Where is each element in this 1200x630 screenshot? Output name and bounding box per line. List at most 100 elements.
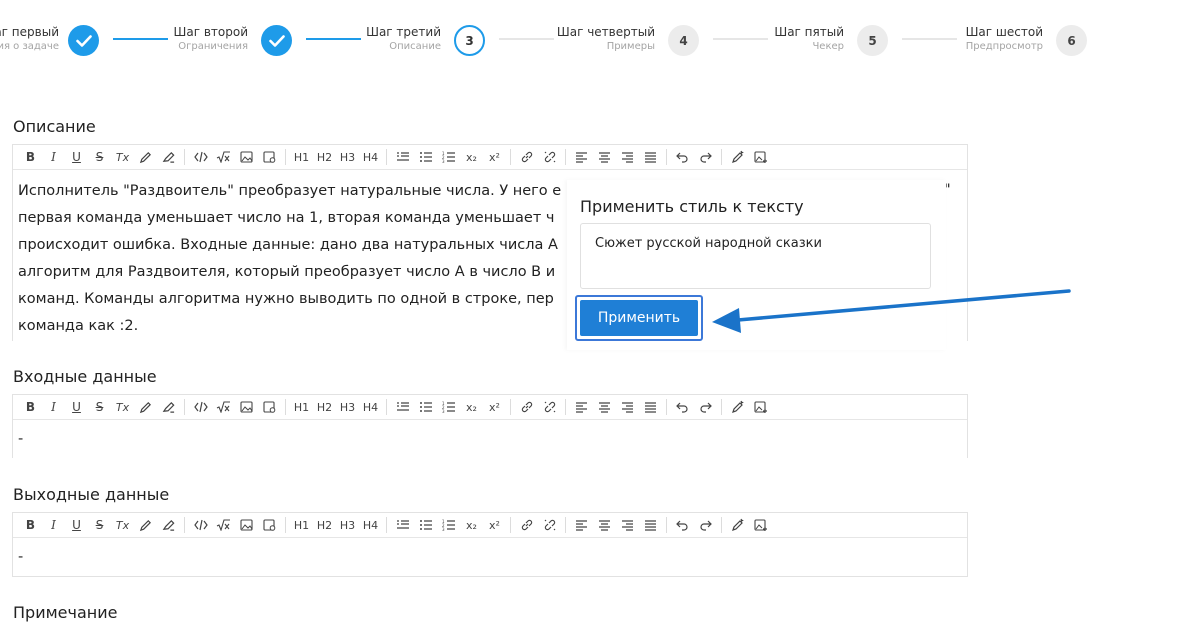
style-prompt-input[interactable]: Сюжет русской народной сказки [580, 223, 931, 289]
ai-image-icon[interactable] [749, 146, 772, 168]
align-right-icon[interactable] [616, 514, 639, 536]
heading-4-button[interactable]: H4 [359, 396, 382, 418]
align-center-icon[interactable] [593, 396, 616, 418]
formula-icon[interactable] [212, 514, 235, 536]
underline-button[interactable]: U [65, 514, 88, 536]
formula-icon[interactable] [212, 146, 235, 168]
link-icon[interactable] [515, 146, 538, 168]
step-2[interactable]: Шаг второй Ограничения [150, 22, 292, 58]
ai-pen-icon[interactable] [726, 146, 749, 168]
heading-2-button[interactable]: H2 [313, 514, 336, 536]
link-icon[interactable] [515, 514, 538, 536]
bold-button[interactable]: B [19, 146, 42, 168]
clear-format-button[interactable]: Tx [111, 146, 134, 168]
align-right-icon[interactable] [616, 396, 639, 418]
link-icon[interactable] [515, 396, 538, 418]
numbered-list-icon[interactable]: 123 [437, 514, 460, 536]
strikethrough-button[interactable]: S [88, 146, 111, 168]
pen-icon[interactable] [134, 146, 157, 168]
insert-image-icon[interactable] [235, 146, 258, 168]
undo-icon[interactable] [671, 146, 694, 168]
underline-button[interactable]: U [65, 146, 88, 168]
input-data-text-area[interactable]: - [13, 420, 967, 459]
output-data-text-area[interactable]: - [13, 538, 967, 576]
clear-format-button[interactable]: Tx [111, 514, 134, 536]
step-3[interactable]: Шаг третий Описание 3 [340, 22, 485, 58]
align-right-icon[interactable] [616, 146, 639, 168]
blockquote-icon[interactable] [391, 514, 414, 536]
superscript-button[interactable]: x² [483, 146, 506, 168]
underline-button[interactable]: U [65, 396, 88, 418]
insert-image-icon[interactable] [235, 514, 258, 536]
undo-icon[interactable] [671, 514, 694, 536]
heading-2-button[interactable]: H2 [313, 146, 336, 168]
italic-button[interactable]: I [42, 514, 65, 536]
highlighter-icon[interactable] [157, 146, 180, 168]
bullet-list-icon[interactable] [414, 514, 437, 536]
numbered-list-icon[interactable]: 123 [437, 396, 460, 418]
blockquote-icon[interactable] [391, 396, 414, 418]
clear-format-button[interactable]: Tx [111, 396, 134, 418]
pen-icon[interactable] [134, 396, 157, 418]
align-left-icon[interactable] [570, 396, 593, 418]
ai-pen-icon[interactable] [726, 514, 749, 536]
ai-pen-icon[interactable] [726, 396, 749, 418]
subscript-button[interactable]: x₂ [460, 146, 483, 168]
insert-image-icon[interactable] [235, 396, 258, 418]
heading-4-button[interactable]: H4 [359, 146, 382, 168]
undo-icon[interactable] [671, 396, 694, 418]
strikethrough-button[interactable]: S [88, 396, 111, 418]
heading-1-button[interactable]: H1 [290, 514, 313, 536]
align-justify-icon[interactable] [639, 396, 662, 418]
step-6[interactable]: Шаг шестой Предпросмотр 6 [950, 22, 1087, 58]
superscript-button[interactable]: x² [483, 514, 506, 536]
align-justify-icon[interactable] [639, 146, 662, 168]
unlink-icon[interactable] [538, 514, 561, 536]
align-left-icon[interactable] [570, 146, 593, 168]
ai-image-icon[interactable] [749, 396, 772, 418]
heading-4-button[interactable]: H4 [359, 514, 382, 536]
image-search-icon[interactable] [258, 396, 281, 418]
blockquote-icon[interactable] [391, 146, 414, 168]
apply-button[interactable]: Применить [580, 300, 698, 336]
heading-1-button[interactable]: H1 [290, 396, 313, 418]
bullet-list-icon[interactable] [414, 396, 437, 418]
highlighter-icon[interactable] [157, 514, 180, 536]
heading-3-button[interactable]: H3 [336, 514, 359, 536]
heading-1-button[interactable]: H1 [290, 146, 313, 168]
italic-button[interactable]: I [42, 396, 65, 418]
redo-icon[interactable] [694, 514, 717, 536]
step-5[interactable]: Шаг пятый Чекер 5 [760, 22, 888, 58]
redo-icon[interactable] [694, 396, 717, 418]
step-1[interactable]: Шаг первый ия о задаче [0, 22, 99, 58]
code-icon[interactable] [189, 514, 212, 536]
code-icon[interactable] [189, 396, 212, 418]
align-center-icon[interactable] [593, 514, 616, 536]
subscript-button[interactable]: x₂ [460, 514, 483, 536]
strikethrough-button[interactable]: S [88, 514, 111, 536]
image-search-icon[interactable] [258, 514, 281, 536]
unlink-icon[interactable] [538, 396, 561, 418]
heading-3-button[interactable]: H3 [336, 146, 359, 168]
italic-button[interactable]: I [42, 146, 65, 168]
image-search-icon[interactable] [258, 146, 281, 168]
formula-icon[interactable] [212, 396, 235, 418]
ai-image-icon[interactable] [749, 514, 772, 536]
bold-button[interactable]: B [19, 396, 42, 418]
redo-icon[interactable] [694, 146, 717, 168]
align-center-icon[interactable] [593, 146, 616, 168]
superscript-button[interactable]: x² [483, 396, 506, 418]
subscript-button[interactable]: x₂ [460, 396, 483, 418]
step-4[interactable]: Шаг четвертый Примеры 4 [540, 22, 699, 58]
heading-3-button[interactable]: H3 [336, 396, 359, 418]
align-justify-icon[interactable] [639, 514, 662, 536]
bold-button[interactable]: B [19, 514, 42, 536]
bullet-list-icon[interactable] [414, 146, 437, 168]
numbered-list-icon[interactable]: 123 [437, 146, 460, 168]
align-left-icon[interactable] [570, 514, 593, 536]
highlighter-icon[interactable] [157, 396, 180, 418]
pen-icon[interactable] [134, 514, 157, 536]
code-icon[interactable] [189, 146, 212, 168]
heading-2-button[interactable]: H2 [313, 396, 336, 418]
unlink-icon[interactable] [538, 146, 561, 168]
